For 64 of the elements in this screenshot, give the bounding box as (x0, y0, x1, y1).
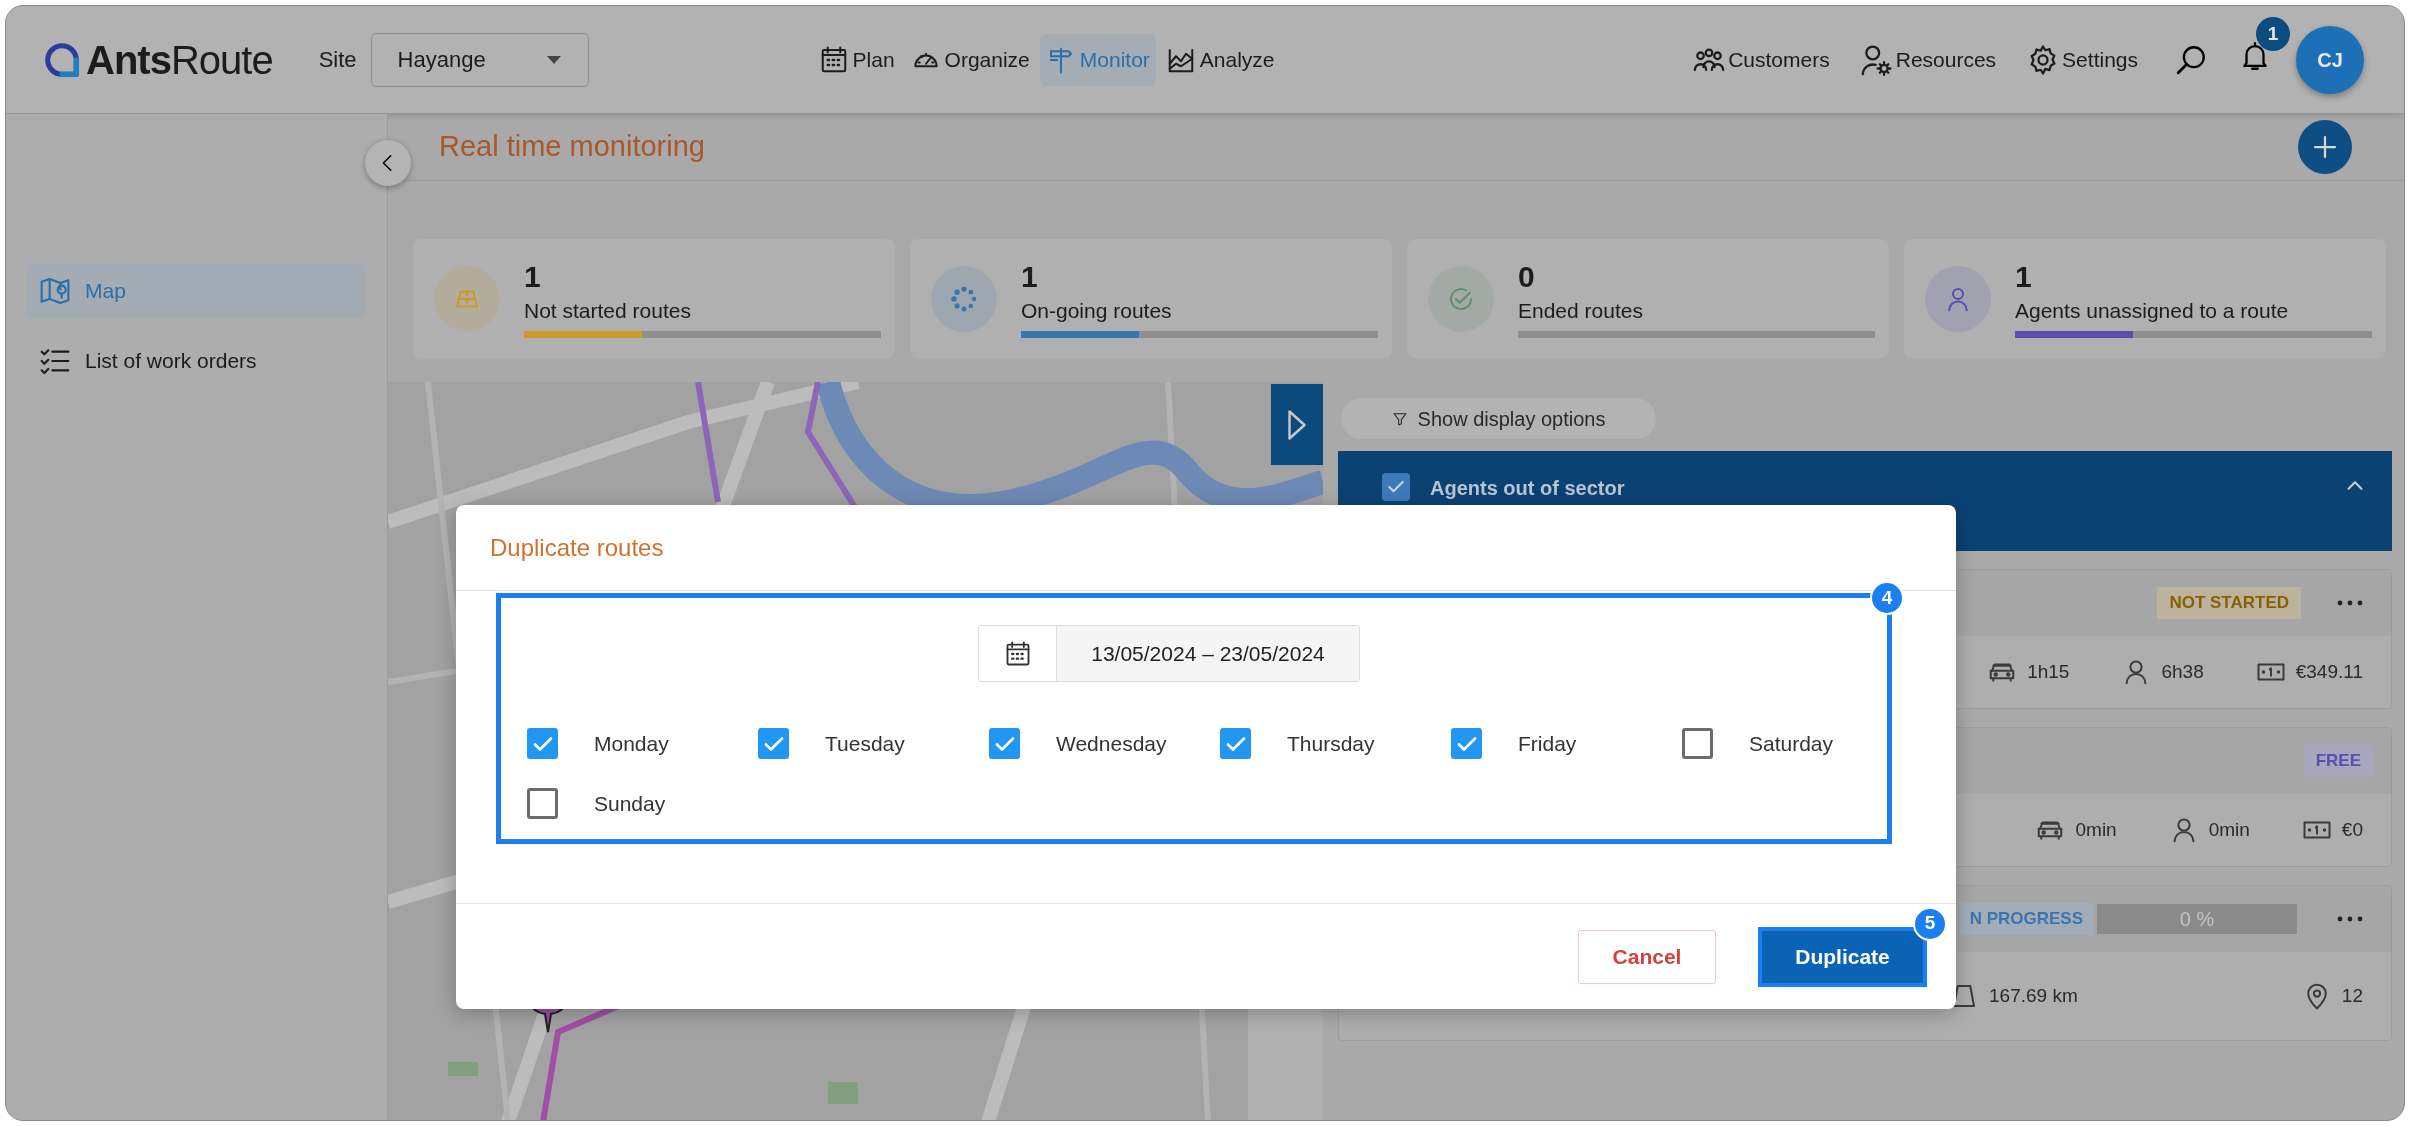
stat-value: 1 (2015, 259, 2033, 295)
sidebar-item[interactable]: List of work orders (27, 334, 366, 388)
more-icon (2337, 600, 2363, 606)
checkbox[interactable] (1682, 728, 1713, 759)
expand-panel-button[interactable] (1271, 384, 1323, 465)
group-label: Agents out of sector (1430, 476, 1625, 501)
user-gear-icon (1859, 42, 1894, 77)
nav-tab[interactable]: Plan (812, 33, 901, 86)
stat-value: €349.11 (2295, 659, 2363, 684)
stat-value: 6h38 (2161, 659, 2204, 684)
stat-value: 1h15 (2027, 659, 2070, 684)
checkbox-label: Thursday (1287, 730, 1375, 757)
checkbox[interactable] (989, 728, 1020, 759)
toolbar-button[interactable]: Customers (1692, 42, 1830, 77)
toolbar-button[interactable]: Resources (1859, 42, 1997, 77)
notification-badge: 1 (2256, 17, 2290, 51)
checkbox[interactable] (758, 728, 789, 759)
stat-label: Ended routes (1518, 298, 1644, 324)
map-icon (39, 275, 71, 307)
stat-value: 167.69 km (1989, 983, 2078, 1008)
checkbox[interactable] (1382, 473, 1410, 501)
add-button[interactable] (2298, 120, 2352, 174)
dialog-title: Duplicate routes (490, 532, 664, 563)
nav-tab[interactable]: Analyze (1159, 33, 1281, 86)
stat-label: On-going routes (1021, 298, 1173, 324)
checkbox[interactable] (1451, 728, 1482, 759)
site-label: Site (318, 46, 357, 74)
stat-value: 0min (2208, 817, 2250, 842)
stat-value: 12 (2341, 983, 2363, 1008)
checkbox-label: Sunday (594, 790, 666, 817)
step-badge: 4 (1870, 581, 1904, 615)
stat-value: 1 (524, 259, 542, 295)
site-select[interactable]: Hayange (370, 32, 589, 87)
avatar[interactable]: CJ (2296, 25, 2364, 94)
checkbox-label: Monday (594, 730, 669, 757)
checkbox[interactable] (1220, 728, 1251, 759)
checkbox-label: Saturday (1749, 730, 1834, 757)
stat-value: 0 (1518, 259, 1536, 295)
status-badge: N PROGRESS (1959, 903, 2093, 935)
progress-reading: 0 % (2179, 907, 2215, 932)
status-badge: FREE (2303, 745, 2373, 777)
cancel-button[interactable]: Cancel (1578, 929, 1716, 984)
stat-value: 0min (2075, 817, 2117, 842)
stat-value: 1 (1021, 259, 1039, 295)
step-badge: 5 (1913, 906, 1947, 941)
checkbox-label: Tuesday (825, 730, 905, 757)
page-title: Real time monitoring (439, 129, 705, 165)
logo-text: AntsRoute (86, 36, 273, 84)
caret-icon (545, 54, 562, 65)
toolbar-button[interactable]: Settings (2026, 42, 2138, 77)
checkbox-label: Friday (1518, 730, 1577, 757)
checkbox[interactable] (527, 728, 558, 759)
checkbox[interactable] (527, 788, 558, 819)
display-options-button[interactable]: Show display options (1341, 398, 1656, 439)
nav-tab[interactable]: Organize (904, 33, 1036, 86)
date-range-field[interactable]: 13/05/2024 – 23/05/2024 (978, 625, 1360, 682)
filter-icon (1391, 410, 1408, 427)
status-badge: NOT STARTED (2157, 587, 2301, 619)
stat-value: €0 (2341, 817, 2363, 842)
checkbox-label: Wednesday (1056, 730, 1167, 757)
logo-icon (44, 41, 80, 78)
stat-label: Not started routes (524, 298, 692, 324)
more-icon (2337, 916, 2363, 922)
stat-label: Agents unassigned to a route (2015, 298, 2290, 324)
